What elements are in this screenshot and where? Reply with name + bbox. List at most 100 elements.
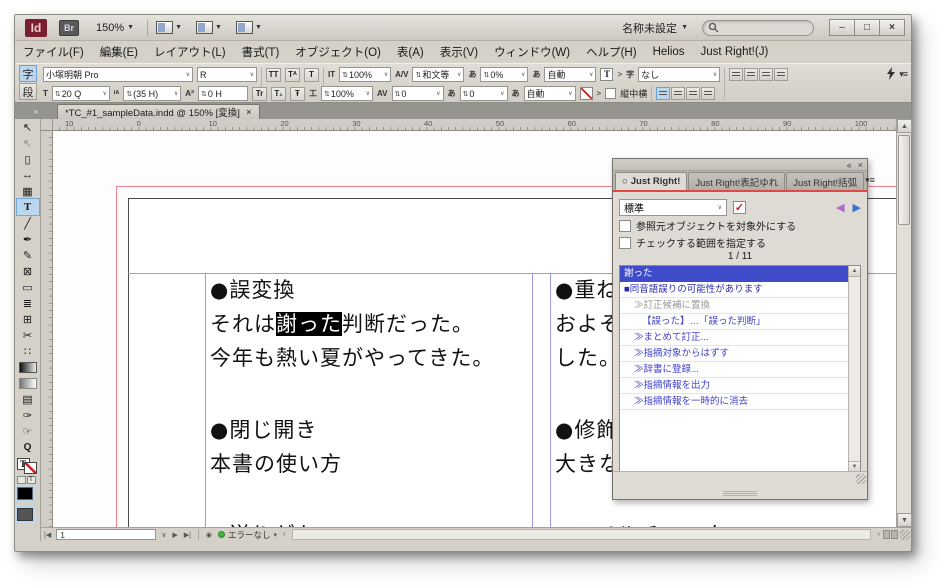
free-transform-tool[interactable]: ∷: [17, 343, 39, 359]
grid-align-center-button[interactable]: [686, 87, 700, 100]
document-tab[interactable]: *TC_#1_sampleData.indd @ 150% [変換] ×: [57, 104, 260, 119]
default-fill-stroke-button[interactable]: [17, 476, 26, 484]
horizontal-scrollbar[interactable]: [292, 529, 870, 540]
page-number-field[interactable]: 1: [56, 529, 156, 540]
text-line[interactable]: 本書の使い方: [210, 448, 342, 478]
selection-tool[interactable]: ↖: [17, 119, 39, 135]
menu-item[interactable]: レイアウト(L): [146, 41, 234, 63]
result-item[interactable]: ≫指摘情報を一時的に消去: [620, 394, 848, 410]
panel-collapse-icon[interactable]: «: [847, 160, 852, 170]
exclude-reference-checkbox[interactable]: [619, 220, 631, 232]
toolbar-collapse-button[interactable]: »: [15, 103, 41, 119]
panel-menu-icon[interactable]: ▾≡: [899, 69, 907, 80]
last-page-button[interactable]: ▶|: [181, 531, 194, 539]
grid-align-none-button[interactable]: [656, 87, 670, 100]
specify-range-checkbox[interactable]: [619, 237, 631, 249]
tatechuyoko-checkbox[interactable]: [605, 88, 616, 99]
eyedropper-tool[interactable]: ✑: [17, 407, 39, 423]
result-item[interactable]: 謝った: [620, 266, 848, 282]
baseline-shift-field[interactable]: ⇅0 H: [198, 86, 248, 101]
maximize-button[interactable]: □: [854, 19, 880, 36]
next-result-arrow[interactable]: ▶: [853, 201, 861, 214]
pen-tool[interactable]: ✒: [17, 231, 39, 247]
horizontal-ruler[interactable]: 100102030405060708090100: [53, 119, 896, 131]
character-color-icon[interactable]: T: [600, 68, 613, 81]
page-tool[interactable]: ▯: [17, 151, 39, 167]
result-item[interactable]: 【誤った】…「誤った判断」: [620, 314, 848, 330]
justify-button[interactable]: [774, 68, 788, 81]
jidori-select[interactable]: なし∨: [638, 67, 720, 82]
panel-close-icon[interactable]: ×: [858, 160, 863, 170]
scroll-up-icon[interactable]: ▲: [897, 119, 912, 133]
grid-align-top-button[interactable]: [671, 87, 685, 100]
subscript-button[interactable]: T₁: [271, 87, 286, 101]
first-page-button[interactable]: |◀: [41, 531, 54, 539]
next-page-button[interactable]: ▶: [169, 531, 180, 539]
vertical-ruler[interactable]: [41, 131, 53, 527]
text-line[interactable]: ●送りがな: [210, 519, 317, 527]
list-scrollbar[interactable]: ▲ ▼: [848, 266, 860, 472]
resize-grip[interactable]: [900, 530, 910, 540]
panel-menu-icon[interactable]: ▾≡: [865, 175, 875, 186]
result-item[interactable]: ≫訂正候補に置換: [620, 298, 848, 314]
menu-item[interactable]: ウィンドウ(W): [486, 41, 578, 63]
menu-item[interactable]: 書式(T): [234, 41, 288, 63]
tsume-field[interactable]: ⇅0%∨: [480, 67, 528, 82]
kerning-field[interactable]: ⇅和文等∨: [412, 67, 464, 82]
rectangle-frame-tool[interactable]: ⊠: [17, 263, 39, 279]
scissors-tool[interactable]: ✂: [17, 327, 39, 343]
leading-field[interactable]: ⇅(35 H)∨: [123, 86, 181, 101]
grid-align-bottom-button[interactable]: [701, 87, 715, 100]
tracking-field[interactable]: ⇅0∨: [392, 86, 444, 101]
horizontal-scale-field[interactable]: ⇅100%∨: [321, 86, 373, 101]
fill-stroke-indicator[interactable]: T: [17, 458, 37, 474]
preflight-status-label[interactable]: エラーなし: [228, 529, 271, 541]
search-box[interactable]: [702, 20, 814, 36]
stroke-color-icon[interactable]: [580, 87, 593, 100]
gap-tool[interactable]: ↔: [17, 167, 39, 183]
text-line[interactable]: 今年も熱い夏がやってきた。: [210, 342, 494, 372]
menu-item[interactable]: 表示(V): [432, 41, 486, 63]
aki-field[interactable]: ⇅0∨: [460, 86, 508, 101]
zoom-level-dropdown[interactable]: 150% ▼: [91, 19, 139, 37]
close-button[interactable]: ×: [879, 19, 905, 36]
tab-just-right-hyokiyure[interactable]: Just Right!表記ゆれ: [688, 172, 785, 190]
scroll-down-icon[interactable]: ▼: [897, 513, 912, 527]
panel-resize-grip[interactable]: [856, 474, 866, 484]
result-item[interactable]: ■同音語誤りの可能性があります: [620, 282, 848, 298]
rectangle-tool[interactable]: ▭: [17, 279, 39, 295]
lightning-bolt-icon[interactable]: [887, 67, 895, 83]
strikethrough-button[interactable]: Tr: [252, 87, 267, 101]
menu-item[interactable]: ヘルプ(H): [578, 41, 644, 63]
menu-item[interactable]: Just Right!(J): [693, 43, 777, 61]
font-size-field[interactable]: ⇅20 Q∨: [52, 86, 110, 101]
arrange-documents-button[interactable]: ▼: [236, 21, 262, 34]
vertical-scale-field[interactable]: ⇅100%∨: [339, 67, 391, 82]
horizontal-grid-tool[interactable]: ≣: [17, 295, 39, 311]
panel-title-bar[interactable]: « ×: [613, 159, 867, 171]
direct-selection-tool[interactable]: ↖: [17, 135, 39, 151]
text-line[interactable]: ●誤変換: [210, 274, 295, 304]
gyodori2-field[interactable]: 自動∨: [524, 86, 576, 101]
previous-result-arrow[interactable]: ◀: [836, 201, 844, 214]
text-line[interactable]: ●スペルチェック: [555, 519, 727, 527]
strike-button[interactable]: Ŧ: [290, 87, 305, 101]
panel-drag-handle[interactable]: [723, 491, 757, 496]
fill-color-swatch[interactable]: [17, 487, 33, 500]
vertical-scrollbar[interactable]: ▲ ▼: [896, 119, 911, 527]
vertical-scroll-thumb[interactable]: [898, 135, 910, 225]
menu-item[interactable]: オブジェクト(O): [287, 41, 389, 63]
scroll-right-icon[interactable]: ›: [875, 531, 883, 538]
align-left-button[interactable]: [729, 68, 743, 81]
hand-tool[interactable]: ☞: [17, 423, 39, 439]
expand-arrow[interactable]: >: [597, 89, 602, 98]
ruler-corner[interactable]: [41, 119, 53, 131]
preset-checkbox[interactable]: ✓: [733, 201, 746, 214]
result-item[interactable]: ≫まとめて訂正...: [620, 330, 848, 346]
font-family-select[interactable]: 小塚明朝 Pro∨: [43, 67, 193, 82]
page-dropdown-icon[interactable]: ∨: [158, 531, 169, 539]
swap-fill-stroke-button[interactable]: T: [27, 476, 36, 484]
screen-mode-button[interactable]: ▼: [196, 21, 222, 34]
underline-button[interactable]: T: [304, 68, 319, 82]
note-tool[interactable]: ▤: [17, 391, 39, 407]
